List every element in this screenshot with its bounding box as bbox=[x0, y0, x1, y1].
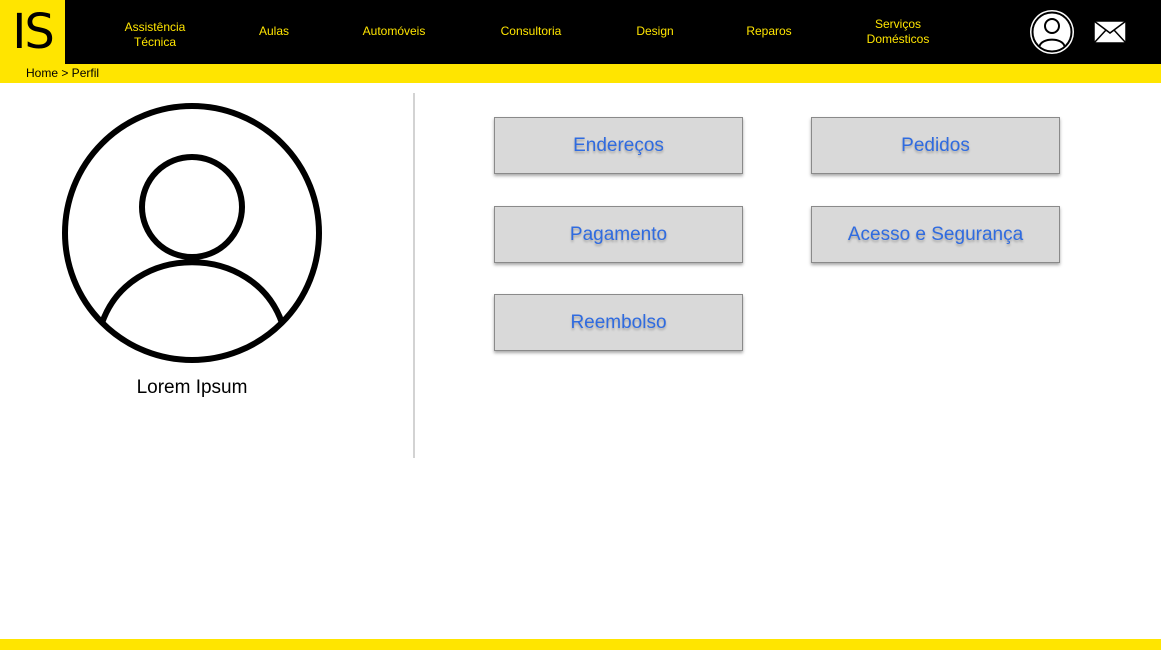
user-avatar-icon bbox=[60, 102, 324, 371]
pagamento-label: Pagamento bbox=[569, 223, 668, 245]
acesso-seguranca-button[interactable]: Acesso e Segurança bbox=[811, 206, 1060, 263]
vertical-divider bbox=[413, 93, 415, 458]
nav-item-servicos-domesticos[interactable]: Serviços Domésticos bbox=[858, 17, 938, 47]
user-icon[interactable] bbox=[1029, 9, 1075, 55]
nav-item-consultoria[interactable]: Consultoria bbox=[491, 24, 571, 39]
nav-item-reparos[interactable]: Reparos bbox=[739, 24, 799, 39]
site-logo[interactable]: IS bbox=[0, 0, 65, 64]
profile-name: Lorem Ipsum bbox=[136, 377, 248, 398]
breadcrumb-bar: Home > Perfil bbox=[0, 64, 1161, 83]
nav-item-aulas[interactable]: Aulas bbox=[244, 24, 304, 39]
reembolso-button[interactable]: Reembolso bbox=[494, 294, 743, 351]
reembolso-label: Reembolso bbox=[570, 311, 667, 333]
logo-text: IS bbox=[12, 4, 55, 60]
pedidos-label: Pedidos bbox=[901, 134, 970, 156]
enderecos-button[interactable]: Endereços bbox=[494, 117, 743, 174]
pagamento-button[interactable]: Pagamento bbox=[494, 206, 743, 263]
acesso-seguranca-label: Acesso e Segurança bbox=[847, 223, 1024, 245]
mail-icon[interactable] bbox=[1093, 20, 1127, 44]
nav-item-design[interactable]: Design bbox=[625, 24, 685, 39]
enderecos-label: Endereços bbox=[573, 134, 664, 156]
top-navigation-bar: IS Assistência Técnica Aulas Automóveis … bbox=[0, 0, 1161, 64]
nav-item-assistencia-tecnica[interactable]: Assistência Técnica bbox=[115, 20, 195, 50]
nav-item-automoveis[interactable]: Automóveis bbox=[354, 24, 434, 39]
pedidos-button[interactable]: Pedidos bbox=[811, 117, 1060, 174]
breadcrumb[interactable]: Home > Perfil bbox=[26, 66, 99, 80]
footer-bar bbox=[0, 639, 1161, 650]
